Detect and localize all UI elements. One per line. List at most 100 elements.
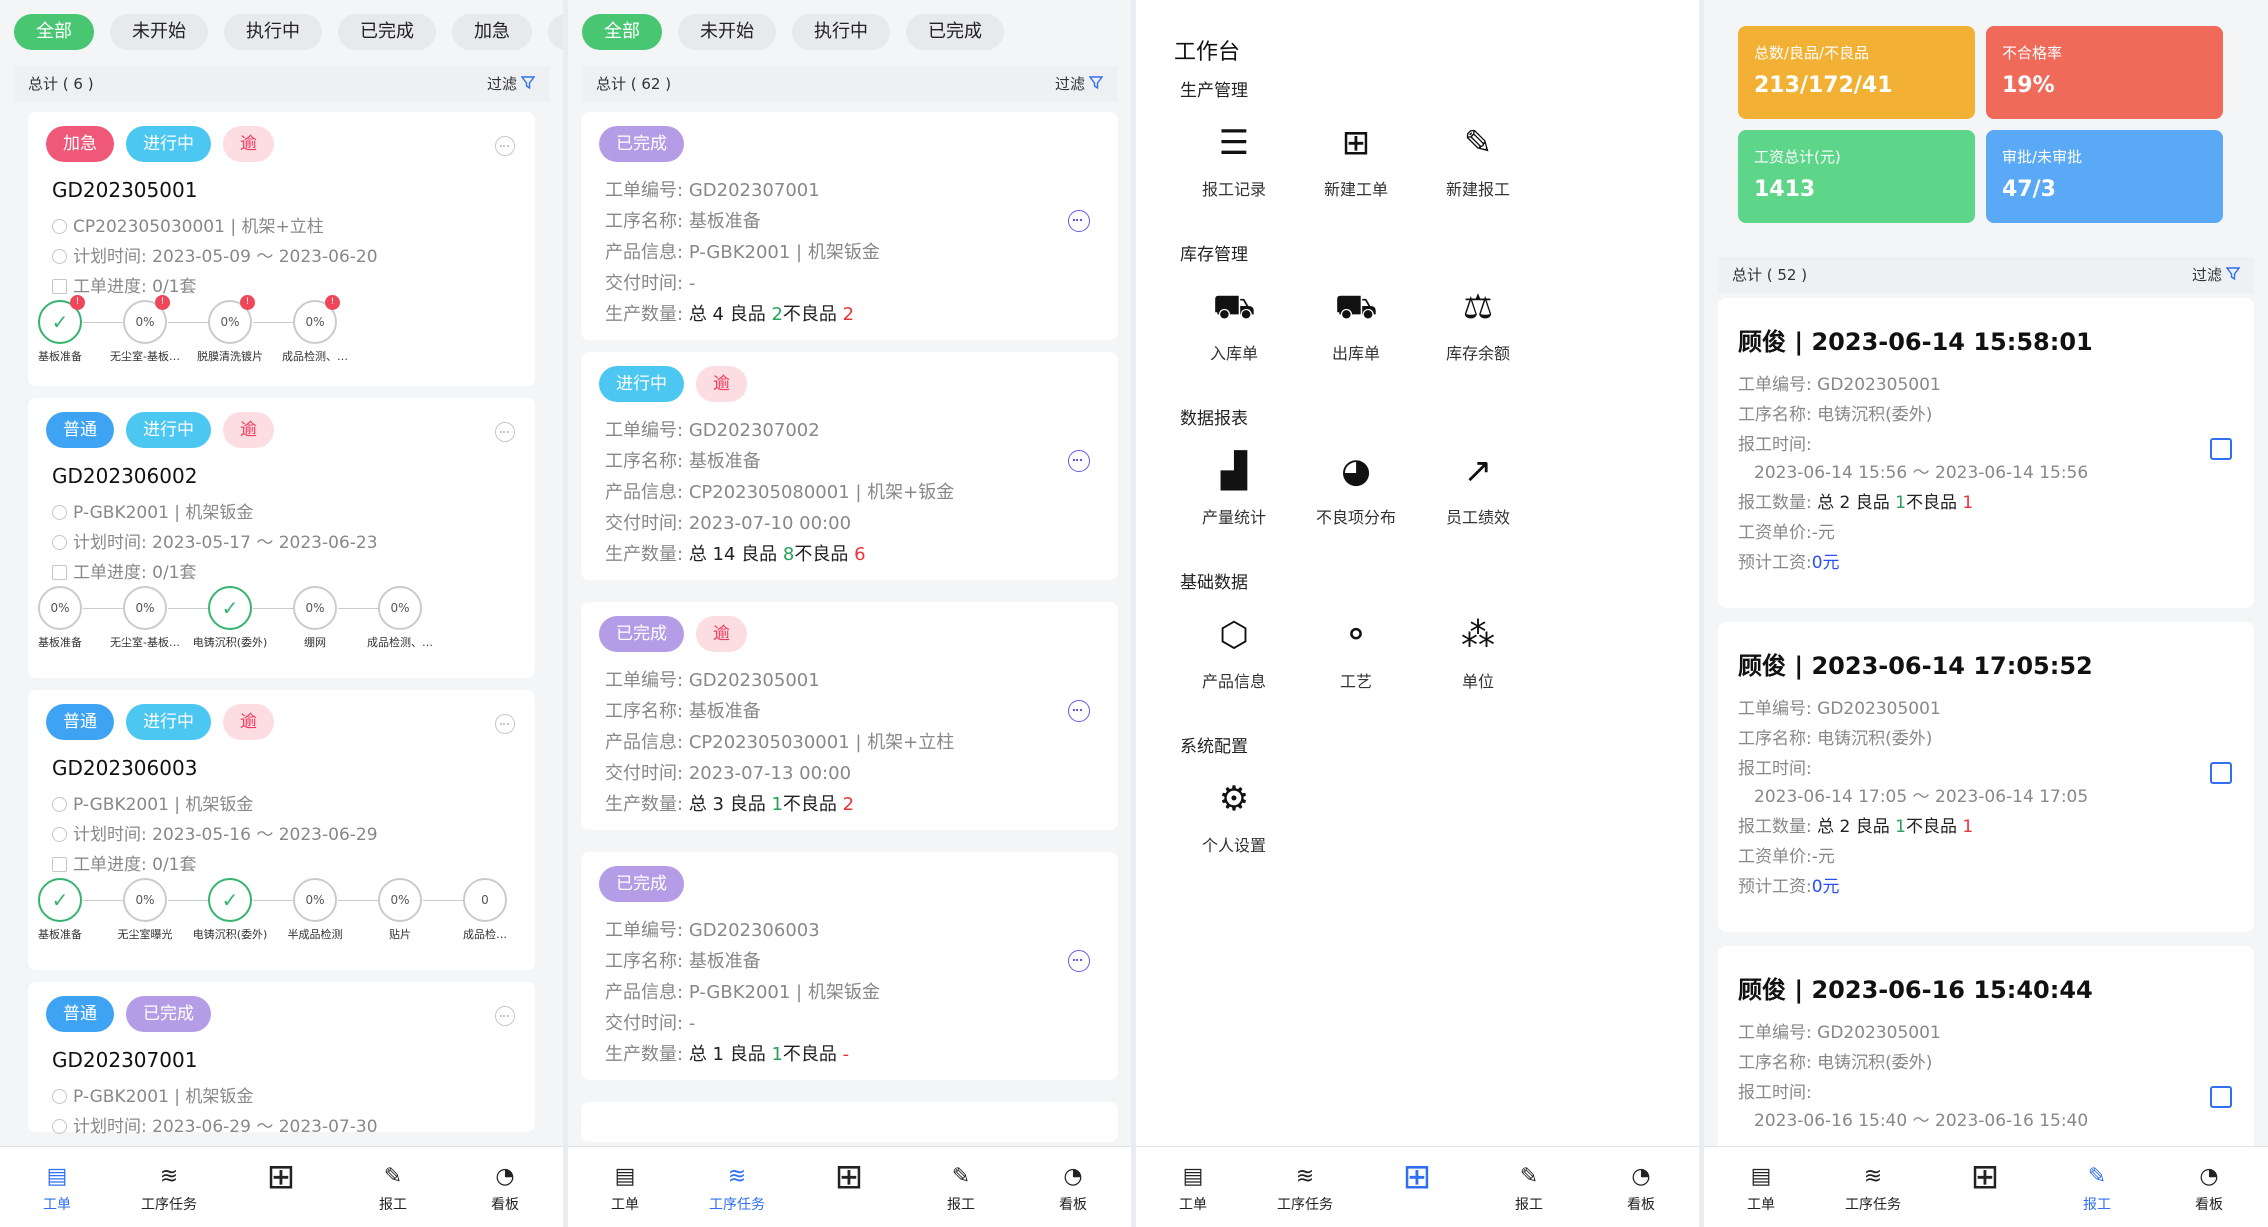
tab-0[interactable]: 全部 xyxy=(14,14,94,50)
process-step[interactable]: ✓! 基板准备 xyxy=(15,295,105,364)
task-prod: 产品信息: P-GBK2001 | 机架钣金 xyxy=(605,238,880,264)
nav-dashboard[interactable]: ◔ 看板 xyxy=(2164,1160,2254,1214)
filter-button[interactable]: 过滤 xyxy=(2192,257,2240,293)
process-step[interactable]: 0% 无尘室曝光 xyxy=(100,878,190,942)
step-label: 绷网 xyxy=(304,636,326,649)
edit-icon[interactable] xyxy=(2210,1086,2232,1108)
order-product: P-GBK2001 | 机架钣金 xyxy=(52,498,253,523)
workbench-item[interactable]: ⚙ 个人设置 xyxy=(1179,774,1289,856)
tab-4[interactable]: 加急 xyxy=(452,14,532,50)
workbench-item[interactable]: ✎ 新建报工 xyxy=(1423,118,1533,200)
task-card[interactable]: 已完成 工单编号: GD202306003 工序名称: 基板准备 产品信息: P-GB… xyxy=(581,852,1118,1080)
nav-grid[interactable]: ⊞ xyxy=(1940,1160,2030,1194)
process-step[interactable]: ✓ 电铸沉积(委外) xyxy=(185,586,275,650)
tab-2[interactable]: 执行中 xyxy=(224,14,322,50)
truck-out-icon: ⛟ xyxy=(1334,287,1378,327)
nav-task[interactable]: ≋ 工序任务 xyxy=(692,1160,782,1214)
nav-report[interactable]: ✎ 报工 xyxy=(916,1160,1006,1214)
report-card[interactable]: 顾俊 | 2023-06-14 17:05:52 工单编号: GD20230500… xyxy=(1718,622,2254,932)
process-step[interactable]: 0%! 脱膜清洗镀片 xyxy=(185,295,275,364)
tab-5[interactable]: 普通 xyxy=(548,14,563,50)
process-step[interactable]: 0% 无尘室-基板… xyxy=(100,586,190,650)
work-order-card[interactable]: 普通 进行中逾 GD202306003 P-GBK2001 | 机架钣金 计划时间: 2… xyxy=(28,690,535,970)
edit-icon[interactable] xyxy=(2210,762,2232,784)
task-card[interactable]: 已完成逾工单编号: GD202305001 工序名称: 基板准备 产品信息: CP2… xyxy=(581,602,1118,830)
field-value: GD202305001 xyxy=(1817,1023,1941,1043)
nav-report[interactable]: ✎ 报工 xyxy=(1484,1160,1574,1214)
work-order-card[interactable]: 加急 进行中逾 GD202305001 CP202305030001 | 机架+立柱计… xyxy=(28,112,535,386)
process-step[interactable]: 0% 成品检测、… xyxy=(355,586,445,650)
field-value: GD202305001 xyxy=(688,670,820,691)
process-step[interactable]: 0% 基板准备 xyxy=(15,586,105,650)
work-order-card[interactable]: 普通 进行中逾 GD202306002 P-GBK2001 | 机架钣金 计划时间: 2… xyxy=(28,398,535,678)
tab-0[interactable]: 全部 xyxy=(582,14,662,50)
workbench-item[interactable]: ▟ 产量统计 xyxy=(1179,446,1289,528)
dashboard-icon: ◔ xyxy=(2199,1164,2219,1189)
workbench-item[interactable]: ⛟ 入库单 xyxy=(1179,282,1289,364)
process-step[interactable]: ✓ 电铸沉积(委外) xyxy=(185,878,275,942)
workbench-item[interactable]: ⊞ 新建工单 xyxy=(1301,118,1411,200)
more-options-icon[interactable] xyxy=(1068,450,1090,472)
tab-1[interactable]: 未开始 xyxy=(678,14,776,50)
tab-3[interactable]: 已完成 xyxy=(338,14,436,50)
workbench-item[interactable]: ⁂ 单位 xyxy=(1423,610,1533,692)
task-card[interactable]: 已完成 工单编号: GD202307001 工序名称: 基板准备 产品信息: P-GB… xyxy=(581,112,1118,340)
nav-grid[interactable]: ⊞ xyxy=(236,1160,326,1194)
nav-task[interactable]: ≋ 工序任务 xyxy=(124,1160,214,1214)
star-icon xyxy=(52,505,67,520)
nav-task[interactable]: ≋ 工序任务 xyxy=(1260,1160,1350,1214)
task-card-partial[interactable] xyxy=(581,1102,1118,1142)
process-step[interactable]: 0 成品检… xyxy=(440,878,530,942)
nav-report[interactable]: ✎ 报工 xyxy=(2052,1160,2142,1214)
process-step[interactable]: 0% 绷网 xyxy=(270,586,360,650)
workbench-item[interactable]: ☰ 报工记录 xyxy=(1179,118,1289,200)
field-label: 工序名称: xyxy=(1738,405,1812,425)
process-step[interactable]: ✓ 基板准备 xyxy=(15,878,105,942)
workbench-item[interactable]: ⬡ 产品信息 xyxy=(1179,610,1289,692)
total-count: 总计 ( 62 ) xyxy=(596,75,672,93)
more-options-icon[interactable] xyxy=(495,1006,515,1026)
nav-report[interactable]: ✎ 报工 xyxy=(348,1160,438,1214)
nav-order[interactable]: ▤ 工单 xyxy=(1716,1160,1806,1214)
tab-3[interactable]: 已完成 xyxy=(906,14,1004,50)
process-step[interactable]: 0%! 成品检测、… xyxy=(270,295,360,364)
nav-task[interactable]: ≋ 工序任务 xyxy=(1828,1160,1918,1214)
tab-2[interactable]: 执行中 xyxy=(792,14,890,50)
more-options-icon[interactable] xyxy=(495,422,515,442)
workbench-item[interactable]: ⚬ 工艺 xyxy=(1301,610,1411,692)
tab-1[interactable]: 未开始 xyxy=(110,14,208,50)
report-price: 工资单价:-元 xyxy=(1738,518,1835,543)
workbench-item[interactable]: ◕ 不良项分布 xyxy=(1301,446,1411,528)
nav-order[interactable]: ▤ 工单 xyxy=(580,1160,670,1214)
stat-value: 47/3 xyxy=(2002,177,2056,202)
workbench-item[interactable]: ⛟ 出库单 xyxy=(1301,282,1411,364)
nav-dashboard[interactable]: ◔ 看板 xyxy=(1596,1160,1686,1214)
more-options-icon[interactable] xyxy=(1068,950,1090,972)
workbench-item[interactable]: ↗ 员工绩效 xyxy=(1423,446,1533,528)
nav-order[interactable]: ▤ 工单 xyxy=(1148,1160,1238,1214)
filter-button[interactable]: 过滤 xyxy=(1055,66,1103,102)
nav-dashboard[interactable]: ◔ 看板 xyxy=(460,1160,550,1214)
nav-grid[interactable]: ⊞ xyxy=(804,1160,894,1194)
more-options-icon[interactable] xyxy=(495,714,515,734)
process-step[interactable]: 0% 半成品检测 xyxy=(270,878,360,942)
work-order-card[interactable]: 普通 已完成 GD202307001 P-GBK2001 | 机架钣金 计划时间: 20… xyxy=(28,982,535,1137)
nav-label: 工序任务 xyxy=(709,1197,765,1213)
check-icon: ✓ xyxy=(38,878,82,922)
more-options-icon[interactable] xyxy=(1068,700,1090,722)
report-card[interactable]: 顾俊 | 2023-06-14 15:58:01 工单编号: GD20230500… xyxy=(1718,298,2254,608)
task-card[interactable]: 进行中逾工单编号: GD202307002 工序名称: 基板准备 产品信息: CP2… xyxy=(581,352,1118,580)
process-step[interactable]: 0% 贴片 xyxy=(355,878,445,942)
edit-icon[interactable] xyxy=(2210,438,2232,460)
field-label: 生产数量: xyxy=(605,794,684,815)
workbench-item[interactable]: ⚖ 库存余额 xyxy=(1423,282,1533,364)
task-no: 工单编号: GD202307001 xyxy=(605,176,820,202)
process-step[interactable]: 0%! 无尘室-基板… xyxy=(100,295,190,364)
nav-order[interactable]: ▤ 工单 xyxy=(12,1160,102,1214)
more-options-icon[interactable] xyxy=(1068,210,1090,232)
filter-button[interactable]: 过滤 xyxy=(487,66,535,102)
more-options-icon[interactable] xyxy=(495,136,515,156)
filter-label: 过滤 xyxy=(486,75,517,93)
nav-dashboard[interactable]: ◔ 看板 xyxy=(1028,1160,1118,1214)
nav-grid[interactable]: ⊞ xyxy=(1372,1160,1462,1194)
